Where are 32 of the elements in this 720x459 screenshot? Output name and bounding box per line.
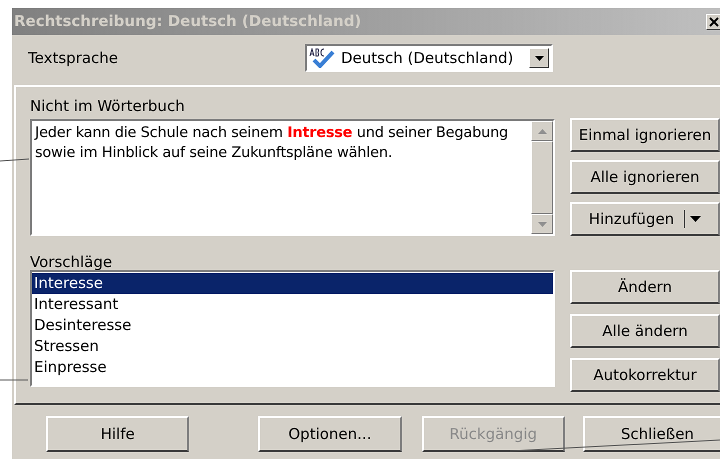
sentence-text: Jeder kann die Schule nach seinem Intresse und seiner Begabung sowie im Hinblick auf seine Zukunftspläne wählen. [33, 124, 510, 163]
close-icon [709, 16, 719, 26]
close-button[interactable] [706, 14, 720, 30]
side-button[interactable]: Hinzufügen [570, 202, 720, 236]
suggestion-button[interactable]: Alle ändern [570, 314, 720, 348]
leader-line [0, 158, 30, 162]
side-button[interactable]: Einmal ignorieren [570, 118, 720, 152]
section-label: Nicht im Wörterbuch [30, 96, 186, 117]
spellcheck-icon [309, 48, 335, 68]
language-dropdown[interactable]: Deutsch (Deutschland) [305, 44, 553, 72]
suggestion-item[interactable]: Einpresse [32, 357, 553, 378]
suggestion-item[interactable]: Interessant [32, 294, 553, 315]
window-title: Rechtschreibung: Deutsch (Deutschland) [14, 11, 362, 32]
sentence-text-area[interactable]: Jeder kann die Schule nach seinem Intresse und seiner Begabung sowie im Hinblick auf seine Zukunftspläne wählen. [30, 119, 555, 236]
dropdown-value: Deutsch (Deutschland) [341, 48, 514, 69]
scroll-down-icon[interactable] [538, 222, 546, 226]
side-button[interactable]: Alle ignorieren [570, 160, 720, 194]
section-label: Vorschläge [30, 252, 114, 273]
suggestion-item[interactable]: Stressen [32, 336, 553, 357]
scrollbar[interactable] [531, 121, 553, 234]
dialog-button[interactable]: Optionen... [258, 416, 402, 452]
scroll-up-icon[interactable] [538, 128, 546, 134]
down-arrow-icon [534, 56, 544, 60]
suggestion-list[interactable]: Interesse Interessant Desinteresse Stressen Einpresse [30, 270, 555, 387]
suggestion-button[interactable]: Autokorrektur [570, 358, 720, 392]
dialog-button[interactable]: Schließen [582, 416, 720, 452]
suggestion-item[interactable]: Desinteresse [32, 315, 553, 336]
dialog-button[interactable]: Hilfe [46, 416, 190, 452]
suggestion-button[interactable]: Ändern [570, 270, 720, 304]
suggestion-item[interactable]: Interesse [32, 273, 553, 294]
language-label: Textsprache [28, 48, 120, 69]
dropdown-arrow-button[interactable] [529, 48, 549, 68]
